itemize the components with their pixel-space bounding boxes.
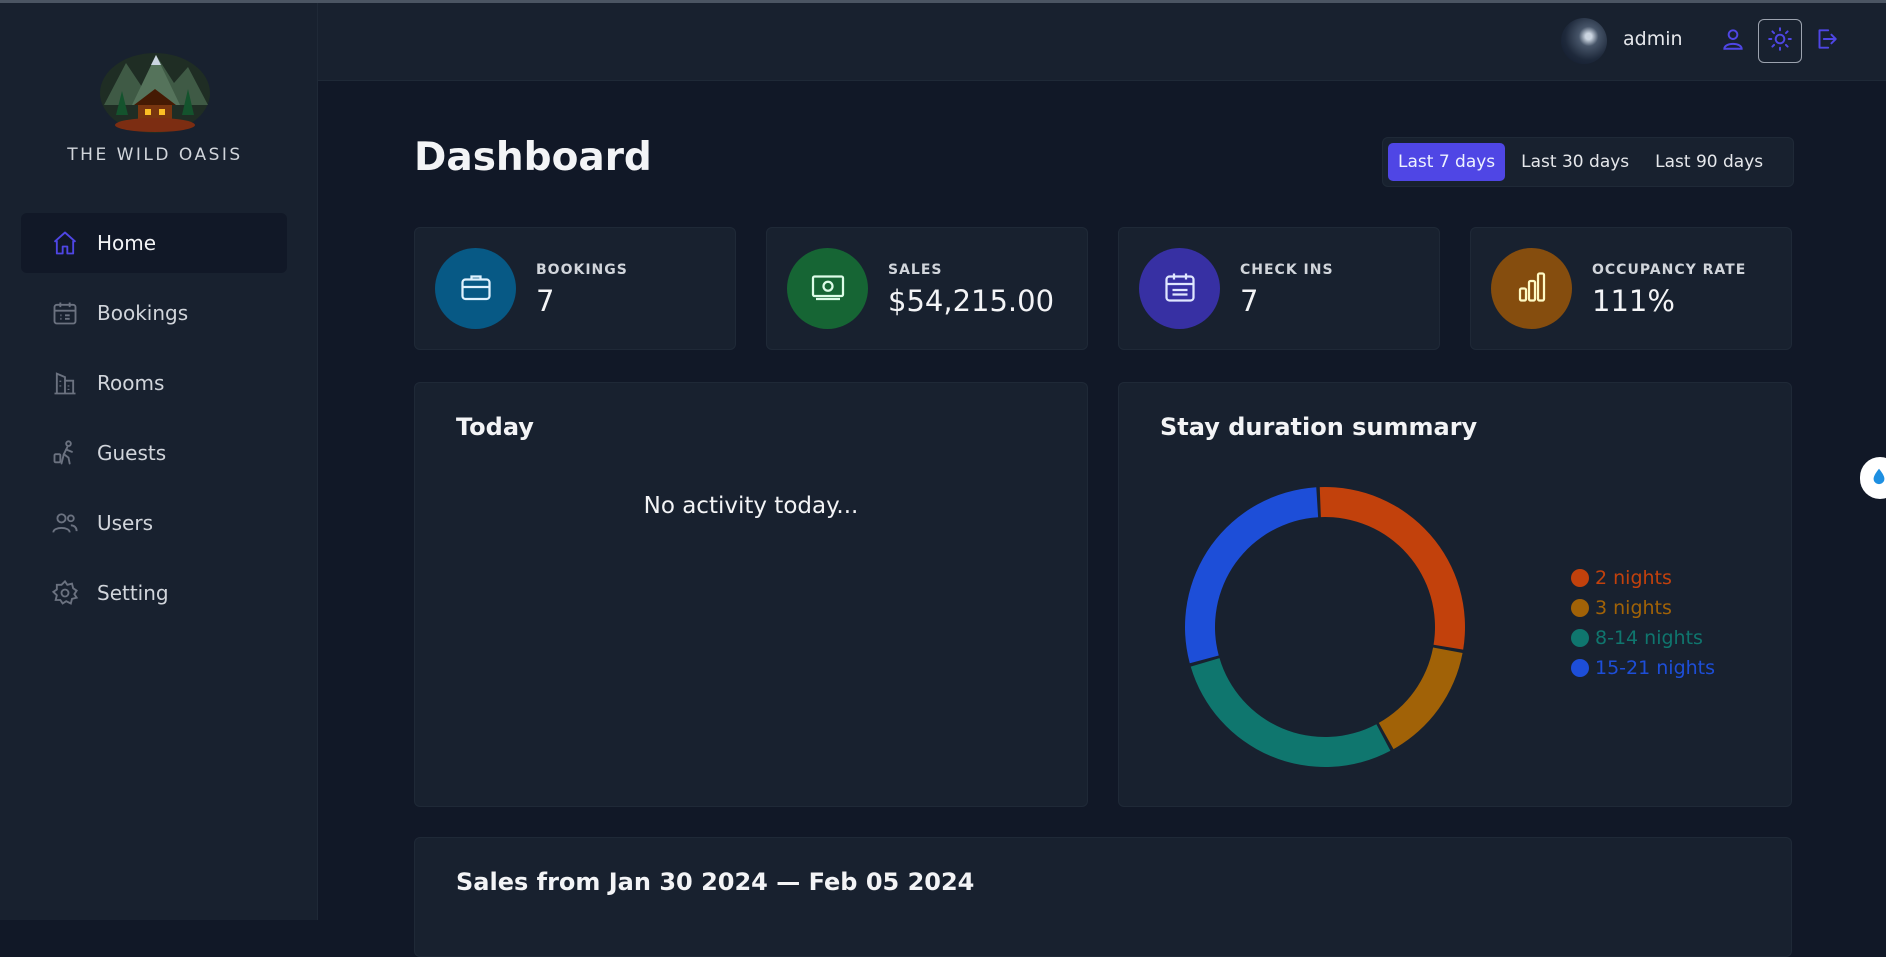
- stat-icon-circle: [1139, 248, 1220, 329]
- donut-chart: [1185, 487, 1465, 767]
- username: admin: [1623, 28, 1683, 50]
- today-empty-text: No activity today...: [643, 493, 859, 519]
- sidebar-item-label: Guests: [97, 441, 167, 465]
- legend-swatch: [1571, 659, 1589, 677]
- legend-label: 2 nights: [1595, 567, 1672, 589]
- sidebar-item-home[interactable]: Home: [21, 213, 287, 273]
- logout-icon: [1813, 26, 1839, 56]
- calendar-icon: [51, 299, 79, 327]
- stat-value: 111%: [1592, 284, 1675, 318]
- stat-value: 7: [1240, 284, 1259, 318]
- top-header: admin: [318, 3, 1886, 81]
- donut-slice-3-nights[interactable]: [1378, 647, 1463, 750]
- stat-value: 7: [536, 284, 555, 318]
- stat-label: OCCUPANCY RATE: [1592, 262, 1747, 278]
- calendar-icon: [1162, 269, 1198, 309]
- today-panel: Today No activity today...: [414, 382, 1088, 807]
- user-icon: [1720, 26, 1746, 56]
- sidebar-item-rooms[interactable]: Rooms: [21, 353, 287, 413]
- avatar[interactable]: [1561, 18, 1607, 64]
- stat-bookings: BOOKINGS 7: [414, 227, 736, 350]
- donut-slice-2-nights[interactable]: [1319, 487, 1465, 650]
- sidebar-item-bookings[interactable]: Bookings: [21, 283, 287, 343]
- main-content: Dashboard Last 7 days Last 30 days Last …: [318, 81, 1868, 957]
- chart-bar-icon: [1514, 269, 1550, 309]
- sun-icon: [1767, 26, 1793, 56]
- today-title: Today: [456, 413, 534, 441]
- guest-icon: [51, 439, 79, 467]
- sidebar-item-label: Rooms: [97, 371, 165, 395]
- stat-label: BOOKINGS: [536, 262, 628, 278]
- stat-label: SALES: [888, 262, 943, 278]
- donut-slice-15-21-nights[interactable]: [1185, 487, 1319, 664]
- brand-name: THE WILD OASIS: [67, 145, 243, 165]
- account-button[interactable]: [1711, 19, 1755, 63]
- logout-button[interactable]: [1804, 19, 1848, 63]
- gear-icon: [51, 579, 79, 607]
- legend-label: 8-14 nights: [1595, 627, 1703, 649]
- legend-item: 3 nights: [1571, 593, 1715, 623]
- stat-value: $54,215.00: [888, 284, 1055, 318]
- sidebar-item-label: Users: [97, 511, 154, 535]
- stat-sales: SALES $54,215.00: [766, 227, 1088, 350]
- legend-item: 15-21 nights: [1571, 653, 1715, 683]
- sidebar-item-label: Setting: [97, 581, 169, 605]
- filter-last-7-days[interactable]: Last 7 days: [1388, 143, 1506, 181]
- legend-label: 3 nights: [1595, 597, 1672, 619]
- sidebar-item-users[interactable]: Users: [21, 493, 287, 553]
- stat-icon-circle: [787, 248, 868, 329]
- legend-item: 2 nights: [1571, 563, 1715, 593]
- filter-last-30-days[interactable]: Last 30 days: [1511, 143, 1639, 181]
- legend-swatch: [1571, 599, 1589, 617]
- users-icon: [51, 509, 79, 537]
- logo: [96, 45, 214, 133]
- sidebar-item-guests[interactable]: Guests: [21, 423, 287, 483]
- droplet-icon: [1870, 467, 1886, 489]
- stay-duration-title: Stay duration summary: [1160, 413, 1478, 441]
- banknote-icon: [810, 269, 846, 309]
- sidebar-item-label: Bookings: [97, 301, 189, 325]
- donut-slice-8-14-nights[interactable]: [1190, 658, 1391, 767]
- sidebar-item-setting[interactable]: Setting: [21, 563, 287, 623]
- sidebar-item-label: Home: [97, 231, 157, 255]
- stay-duration-panel: Stay duration summary 2 nights 3 nights 8-…: [1118, 382, 1792, 807]
- sidebar: THE WILD OASIS Home Bookings Rooms Guest…: [0, 3, 318, 920]
- stat-label: CHECK INS: [1240, 262, 1334, 278]
- sales-panel: Sales from Jan 30 2024 — Feb 05 2024: [414, 837, 1792, 957]
- stat-check-ins: CHECK INS 7: [1118, 227, 1440, 350]
- chart-legend: 2 nights 3 nights 8-14 nights 15-21 nights: [1571, 563, 1715, 683]
- home-icon: [51, 229, 79, 257]
- page-title: Dashboard: [414, 135, 652, 180]
- stat-icon-circle: [435, 248, 516, 329]
- stat-occupancy-rate: OCCUPANCY RATE 111%: [1470, 227, 1792, 350]
- filter-last-90-days[interactable]: Last 90 days: [1645, 143, 1773, 181]
- legend-swatch: [1571, 569, 1589, 587]
- sales-title: Sales from Jan 30 2024 — Feb 05 2024: [456, 868, 975, 896]
- date-range-filter: Last 7 days Last 30 days Last 90 days: [1382, 137, 1794, 187]
- building-icon: [51, 369, 79, 397]
- app: THE WILD OASIS Home Bookings Rooms Guest…: [0, 3, 1886, 957]
- legend-swatch: [1571, 629, 1589, 647]
- briefcase-icon: [458, 269, 494, 309]
- sidebar-nav: Home Bookings Rooms Guests Users Setting: [21, 213, 287, 633]
- legend-item: 8-14 nights: [1571, 623, 1715, 653]
- theme-toggle-button[interactable]: [1758, 19, 1802, 63]
- legend-label: 15-21 nights: [1595, 657, 1716, 679]
- stat-icon-circle: [1491, 248, 1572, 329]
